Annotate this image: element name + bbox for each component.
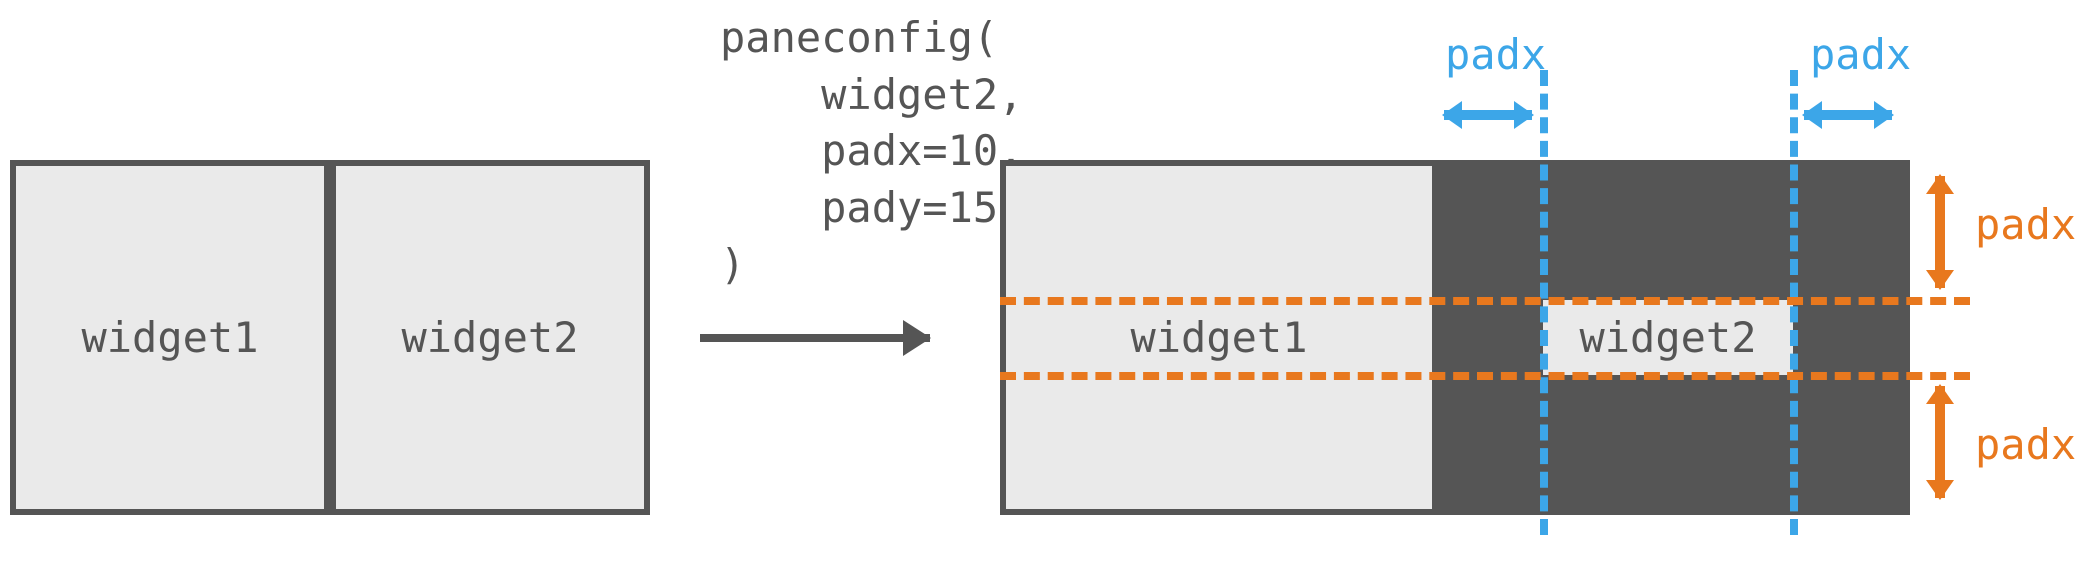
widget2-label-before: widget2 (401, 313, 578, 362)
pady-arrow-bottom (1935, 386, 1945, 498)
padx-arrow-left (1444, 110, 1532, 120)
padx-label-top-right: padx (1810, 30, 1911, 79)
pane-widget2-after: widget2 (1543, 300, 1793, 375)
pady-guide-top (1000, 297, 1970, 305)
paned-window-before: widget1 widget2 (10, 160, 650, 515)
padx-label-top-left: padx (1445, 30, 1546, 79)
pane-widget1-before: widget1 (16, 166, 324, 509)
pane-widget2-before: widget2 (336, 166, 644, 509)
paned-window-after: widget1 widget2 (1000, 160, 1910, 515)
pady-guide-bottom (1000, 372, 1970, 380)
pane-divider-before (324, 166, 336, 509)
padx-arrow-right (1804, 110, 1892, 120)
widget1-label-after: widget1 (1130, 313, 1307, 362)
pady-label-right-top: padx (1975, 200, 2076, 249)
pady-label-right-bottom: padx (1975, 420, 2076, 469)
pane-padding-region: widget2 (1432, 166, 1904, 509)
pane-widget1-after: widget1 (1006, 166, 1432, 509)
widget2-label-after: widget2 (1579, 313, 1756, 362)
pady-arrow-top (1935, 176, 1945, 288)
code-snippet: paneconfig( widget2, padx=10, pady=15 ) (720, 10, 1023, 293)
transform-arrow (700, 334, 930, 342)
widget1-label-before: widget1 (81, 313, 258, 362)
